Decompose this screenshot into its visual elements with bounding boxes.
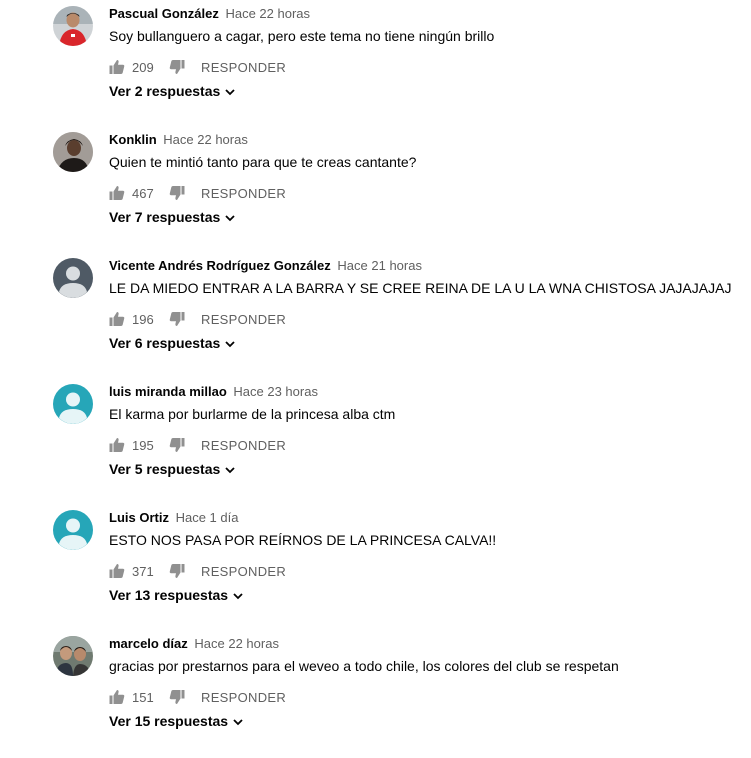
avatar[interactable] <box>53 6 93 46</box>
comment-actions: 196 RESPONDER <box>109 309 286 329</box>
thumbs-down-icon[interactable] <box>169 311 185 327</box>
thumbs-down-icon[interactable] <box>169 185 185 201</box>
like-count: 196 <box>132 311 154 327</box>
comment-item: luis miranda millao Hace 23 horas El kar… <box>0 380 751 506</box>
comment-actions: 467 RESPONDER <box>109 183 286 203</box>
view-replies-button[interactable]: Ver 13 respuestas <box>109 587 244 603</box>
comment-text: gracias por prestarnos para el weveo a t… <box>109 658 619 674</box>
chevron-down-icon <box>224 337 236 349</box>
reply-button[interactable]: RESPONDER <box>201 438 286 453</box>
thumbs-up-icon[interactable] <box>109 311 125 327</box>
avatar[interactable] <box>53 258 93 298</box>
comment-author[interactable]: marcelo díaz <box>109 636 188 651</box>
reply-button[interactable]: RESPONDER <box>201 312 286 327</box>
reply-button[interactable]: RESPONDER <box>201 60 286 75</box>
avatar[interactable] <box>53 636 93 676</box>
view-replies-label: Ver 6 respuestas <box>109 335 221 351</box>
comment-time[interactable]: Hace 1 día <box>176 510 239 525</box>
thumbs-down-icon[interactable] <box>169 437 185 453</box>
comment-item: Luis Ortiz Hace 1 día ESTO NOS PASA POR … <box>0 506 751 632</box>
comment-item: Pascual González Hace 22 horas Soy bulla… <box>0 2 751 128</box>
like-count: 195 <box>132 437 154 453</box>
chevron-down-icon <box>232 715 244 727</box>
comment-header: luis miranda millao Hace 23 horas <box>109 384 318 400</box>
comment-time[interactable]: Hace 22 horas <box>163 132 248 147</box>
comment-time[interactable]: Hace 22 horas <box>194 636 279 651</box>
comment-header: marcelo díaz Hace 22 horas <box>109 636 279 652</box>
comment-author[interactable]: Luis Ortiz <box>109 510 169 525</box>
thumbs-down-icon[interactable] <box>169 563 185 579</box>
view-replies-button[interactable]: Ver 6 respuestas <box>109 335 236 351</box>
view-replies-button[interactable]: Ver 2 respuestas <box>109 83 236 99</box>
comment-author[interactable]: Pascual González <box>109 6 219 21</box>
view-replies-label: Ver 15 respuestas <box>109 713 229 729</box>
reply-button[interactable]: RESPONDER <box>201 186 286 201</box>
comment-author[interactable]: luis miranda millao <box>109 384 227 399</box>
like-count: 151 <box>132 689 154 705</box>
view-replies-label: Ver 7 respuestas <box>109 209 221 225</box>
comment-text: ESTO NOS PASA POR REÍRNOS DE LA PRINCESA… <box>109 532 497 548</box>
comment-text: Quien te mintió tanto para que te creas … <box>109 154 417 170</box>
thumbs-up-icon[interactable] <box>109 59 125 75</box>
avatar[interactable] <box>53 510 93 550</box>
view-replies-button[interactable]: Ver 15 respuestas <box>109 713 244 729</box>
comment-header: Vicente Andrés Rodríguez González Hace 2… <box>109 258 422 274</box>
comment-header: Luis Ortiz Hace 1 día <box>109 510 238 526</box>
comment-actions: 151 RESPONDER <box>109 687 286 707</box>
view-replies-label: Ver 5 respuestas <box>109 461 221 477</box>
comment-text: LE DA MIEDO ENTRAR A LA BARRA Y SE CREE … <box>109 280 732 296</box>
avatar[interactable] <box>53 384 93 424</box>
comment-header: Pascual González Hace 22 horas <box>109 6 310 22</box>
comment-time[interactable]: Hace 21 horas <box>337 258 422 273</box>
view-replies-button[interactable]: Ver 7 respuestas <box>109 209 236 225</box>
thumbs-up-icon[interactable] <box>109 689 125 705</box>
thumbs-down-icon[interactable] <box>169 59 185 75</box>
like-count: 371 <box>132 563 154 579</box>
thumbs-down-icon[interactable] <box>169 689 185 705</box>
chevron-down-icon <box>224 463 236 475</box>
chevron-down-icon <box>224 85 236 97</box>
chevron-down-icon <box>224 211 236 223</box>
like-count: 467 <box>132 185 154 201</box>
comment-item: Konklin Hace 22 horas Quien te mintió ta… <box>0 128 751 254</box>
comment-text: Soy bullanguero a cagar, pero este tema … <box>109 28 495 44</box>
comment-item: Vicente Andrés Rodríguez González Hace 2… <box>0 254 751 380</box>
comment-header: Konklin Hace 22 horas <box>109 132 248 148</box>
reply-button[interactable]: RESPONDER <box>201 690 286 705</box>
view-replies-label: Ver 2 respuestas <box>109 83 221 99</box>
reply-button[interactable]: RESPONDER <box>201 564 286 579</box>
comment-author[interactable]: Konklin <box>109 132 157 147</box>
comment-time[interactable]: Hace 23 horas <box>233 384 318 399</box>
comment-actions: 209 RESPONDER <box>109 57 286 77</box>
comment-actions: 371 RESPONDER <box>109 561 286 581</box>
view-replies-button[interactable]: Ver 5 respuestas <box>109 461 236 477</box>
view-replies-label: Ver 13 respuestas <box>109 587 229 603</box>
thumbs-up-icon[interactable] <box>109 437 125 453</box>
comment-actions: 195 RESPONDER <box>109 435 286 455</box>
avatar[interactable] <box>53 132 93 172</box>
thumbs-up-icon[interactable] <box>109 185 125 201</box>
comment-author[interactable]: Vicente Andrés Rodríguez González <box>109 258 331 273</box>
comment-item: marcelo díaz Hace 22 horas gracias por p… <box>0 632 751 758</box>
comment-text: El karma por burlarme de la princesa alb… <box>109 406 396 422</box>
chevron-down-icon <box>232 589 244 601</box>
thumbs-up-icon[interactable] <box>109 563 125 579</box>
comment-time[interactable]: Hace 22 horas <box>225 6 310 21</box>
like-count: 209 <box>132 59 154 75</box>
